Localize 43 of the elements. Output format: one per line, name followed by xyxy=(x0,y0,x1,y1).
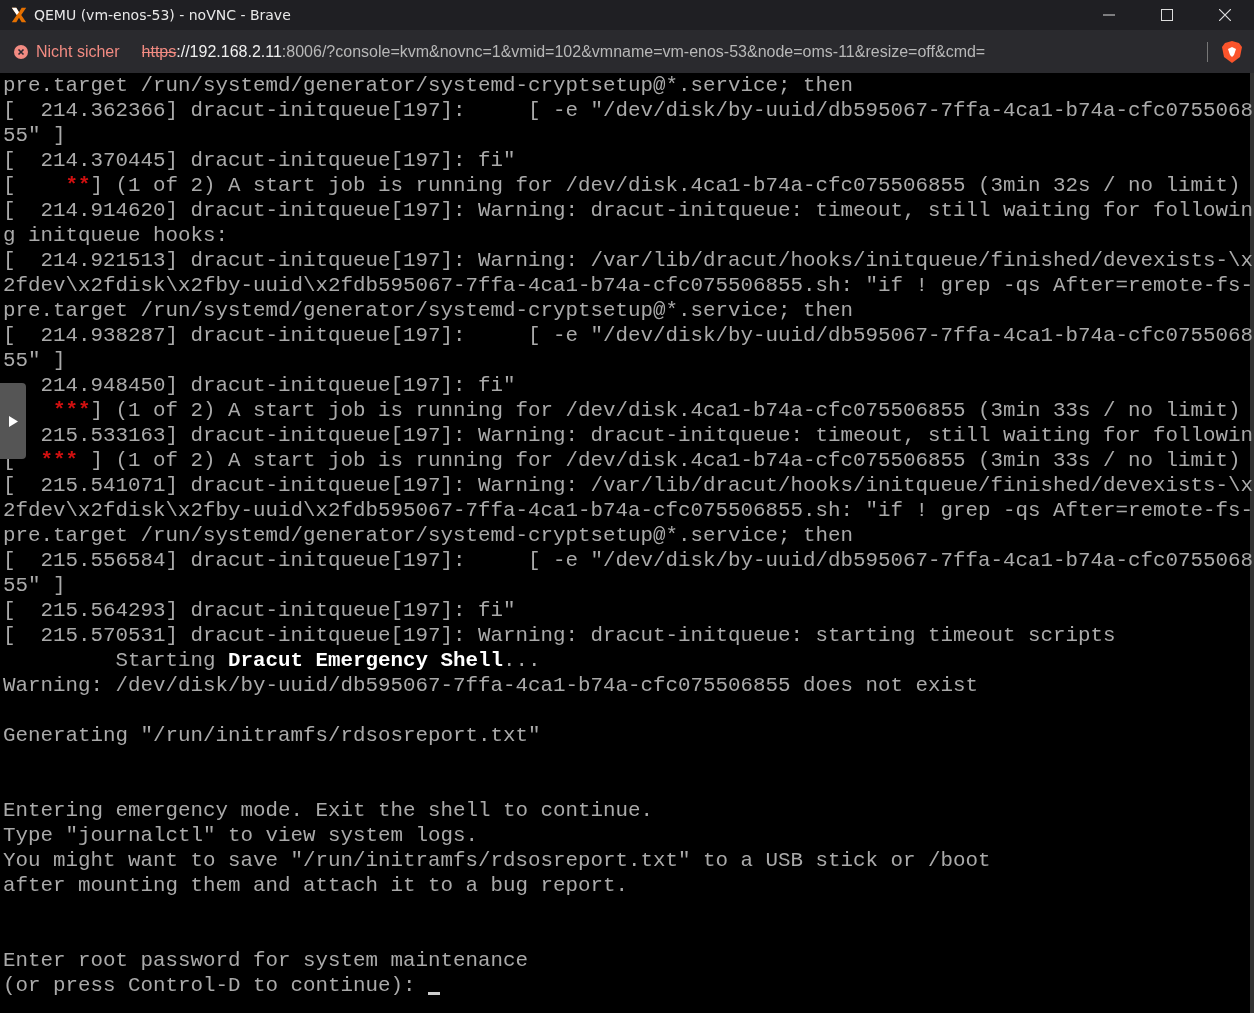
console-line: [ 214.921513] dracut-initqueue[197]: Warning: /var/lib/dracut/hooks/initqueue/finished/devexists-\x xyxy=(3,248,1253,273)
control-bar-handle[interactable] xyxy=(0,383,26,459)
console-line: ***] (1 of 2) A start job is running for /dev/disk.4ca1-b74a-cfc075506855 (3min 33s / no limit) xyxy=(53,398,1241,423)
console-line: [ 215.570531] dracut-initqueue[197]: Warning: dracut-initqueue: starting timeout scripts xyxy=(3,623,1116,648)
console-line: 55" ] xyxy=(3,573,66,598)
console-line: Type "journalctl" to view system logs. xyxy=(3,823,478,848)
console-line: pre.target /run/systemd/generator/systemd-cryptsetup@*.service; then xyxy=(3,298,853,323)
console-line: pre.target /run/systemd/generator/systemd-cryptsetup@*.service; then xyxy=(3,523,853,548)
window-title: QEMU (vm-enos-53) - noVNC - Brave xyxy=(34,7,292,23)
console-line: Enter root password for system maintenance xyxy=(3,948,528,973)
console-line: 55" ] xyxy=(3,348,66,373)
address-field[interactable]: https://192.168.2.11:8006/?console=kvm&novnc=1&vmid=102&vmname=vm-enos-53&node=oms-11&resize=off&cmd= xyxy=(141,42,1193,61)
console-line: 2fdev\x2fdisk\x2fby-uuid\x2fdb595067-7ffa-4ca1-b74a-cfc075506855.sh: "if ! grep -qs After=remote-fs- xyxy=(3,273,1253,298)
console-line: pre.target /run/systemd/generator/systemd-cryptsetup@*.service; then xyxy=(3,73,853,98)
console-line: [ **] (1 of 2) A start job is running for /dev/disk.4ca1-b74a-cfc075506855 (3min 32s / no limit) xyxy=(3,173,1241,198)
console-line: 55" ] xyxy=(3,123,66,148)
console-line: g initqueue hooks: xyxy=(3,223,228,248)
console-screen[interactable] xyxy=(0,73,1254,1013)
console-line: [ 215.541071] dracut-initqueue[197]: Warning: /var/lib/dracut/hooks/initqueue/finished/devexists-\x xyxy=(3,473,1253,498)
shields-button[interactable] xyxy=(1222,40,1242,63)
console-line: [ 215.564293] dracut-initqueue[197]: fi" xyxy=(3,598,516,623)
prompt-text: (or press Control-D to continue): xyxy=(3,973,417,998)
security-warning-button[interactable]: Nicht sicher xyxy=(14,42,120,61)
console-line: 215.533163] dracut-initqueue[197]: Warning: dracut-initqueue: timeout, still waiting for followin xyxy=(39,423,1253,448)
console-line: after mounting them and attach it to a bug report. xyxy=(3,873,628,898)
console-line: Entering emergency mode. Exit the shell to continue. xyxy=(3,798,653,823)
console-line: Starting Dracut Emergency Shell... xyxy=(114,648,541,673)
error-icon xyxy=(14,44,28,59)
maximize-icon xyxy=(1161,9,1173,21)
console-line: [ 214.914620] dracut-initqueue[197]: Warning: dracut-initqueue: timeout, still waiting for followin xyxy=(3,198,1253,223)
console-line: 2fdev\x2fdisk\x2fby-uuid\x2fdb595067-7ffa-4ca1-b74a-cfc075506855.sh: "if ! grep -qs After=remote-fs- xyxy=(3,498,1253,523)
close-icon xyxy=(1219,9,1231,21)
console-line: [ 215.556584] dracut-initqueue[197]: [ -e "/dev/disk/by-uuid/db595067-7ffa-4ca1-b74a-cfc0755068 xyxy=(3,548,1253,573)
app-logo-icon xyxy=(10,6,28,24)
console-line: [ 214.370445] dracut-initqueue[197]: fi" xyxy=(3,148,516,173)
play-icon xyxy=(8,415,18,427)
console-line: [ 214.938287] dracut-initqueue[197]: [ -e "/dev/disk/by-uuid/db595067-7ffa-4ca1-b74a-cfc0755068 xyxy=(3,323,1253,348)
console-line: You might want to save "/run/initramfs/rdsosreport.txt" to a USB stick or /boot xyxy=(3,848,991,873)
console-line: Warning: /dev/disk/by-uuid/db595067-7ffa-4ca1-b74a-cfc075506855 does not exist xyxy=(3,673,978,698)
lion-shield-icon xyxy=(1222,40,1242,63)
console-line: 214.948450] dracut-initqueue[197]: fi" xyxy=(39,373,516,398)
console-line: [ 214.362366] dracut-initqueue[197]: [ -e "/dev/disk/by-uuid/db595067-7ffa-4ca1-b74a-cfc0755068 xyxy=(3,98,1253,123)
console-line: Generating "/run/initramfs/rdsosreport.txt" xyxy=(3,723,541,748)
